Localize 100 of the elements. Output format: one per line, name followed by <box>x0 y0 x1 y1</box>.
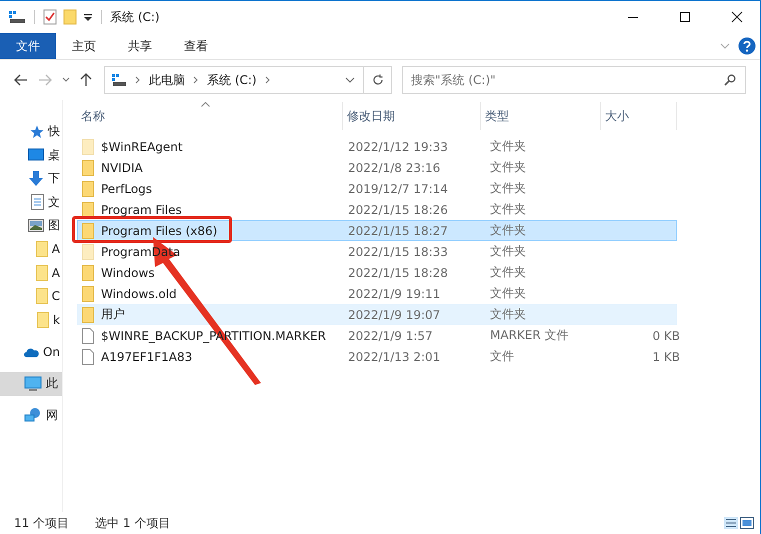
item-count: 11 个项目 <box>14 514 70 532</box>
up-icon[interactable] <box>80 73 92 87</box>
modified-date: 2022/1/15 18:27 <box>347 224 449 238</box>
file-row[interactable]: PerfLogs 2019/12/7 17:14 文件夹 <box>77 178 677 199</box>
drive-icon <box>111 73 127 87</box>
file-type: 文件夹 <box>489 243 527 260</box>
file-row[interactable]: $WinREAgent 2022/1/12 19:33 文件夹 <box>77 136 677 157</box>
file-type: 文件夹 <box>489 138 527 155</box>
folder-icon <box>37 312 50 328</box>
sidebar-item[interactable]: 网 <box>0 404 62 427</box>
modified-date: 2022/1/8 23:16 <box>347 160 442 174</box>
breadcrumb[interactable]: 此电脑 <box>149 72 185 88</box>
ribbon-tab[interactable]: 查看 <box>168 33 224 59</box>
file-type: 文件夹 <box>489 201 527 218</box>
file-name: PerfLogs <box>101 182 152 196</box>
file-type: 文件夹 <box>489 159 527 176</box>
file-row[interactable]: NVIDIA 2022/1/8 23:16 文件夹 <box>77 157 677 178</box>
sidebar-item[interactable]: A <box>0 261 62 284</box>
file-name: Windows.old <box>101 286 177 300</box>
sidebar-item[interactable]: 快 <box>0 120 62 144</box>
chevron-right-icon <box>135 76 141 84</box>
refresh-icon <box>372 74 384 86</box>
folder-icon <box>36 288 48 304</box>
modified-date: 2022/1/15 18:26 <box>347 202 449 216</box>
modified-date: 2022/1/9 19:07 <box>347 308 442 322</box>
search-field[interactable]: 搜索"系统 (C:)" <box>402 66 746 94</box>
ribbon-tab[interactable]: 共享 <box>112 33 168 59</box>
file-type: 文件夹 <box>489 285 527 302</box>
desktop-icon <box>28 148 44 162</box>
details-view-icon[interactable] <box>724 517 738 529</box>
drive-icon[interactable] <box>8 10 26 24</box>
file-type: 文件夹 <box>489 222 527 239</box>
breadcrumb[interactable]: 系统 (C:) <box>207 72 257 88</box>
file-row[interactable]: 用户 2022/1/9 19:07 文件夹 <box>77 304 677 325</box>
help-icon[interactable] <box>738 37 756 55</box>
file-name: $WinREAgent <box>101 140 183 154</box>
sidebar-item[interactable]: 文 <box>0 190 62 214</box>
sidebar-item[interactable]: 图 <box>0 214 62 238</box>
column-header[interactable]: 类型 <box>481 102 601 130</box>
window-title: 系统 (C:) <box>110 8 160 26</box>
column-header[interactable]: 大小 <box>601 102 677 130</box>
file-row[interactable]: Program Files 2022/1/15 18:26 文件夹 <box>77 199 677 220</box>
image-icon <box>28 219 44 232</box>
cloud-icon <box>24 346 39 358</box>
maximize-icon[interactable] <box>679 11 691 23</box>
chevron-right-icon <box>193 76 199 84</box>
file-size: 1 KB <box>651 350 680 364</box>
modified-date: 2022/1/15 18:28 <box>347 266 449 280</box>
network-icon <box>24 407 42 424</box>
back-icon[interactable] <box>14 74 28 86</box>
star-icon <box>30 124 44 139</box>
history-dropdown-icon[interactable] <box>345 77 355 83</box>
file-name: Program Files <box>101 202 182 216</box>
file-type: 文件 <box>489 348 515 365</box>
modified-date: 2022/1/15 18:33 <box>347 244 449 258</box>
modified-date: 2022/1/9 1:57 <box>347 328 434 342</box>
close-icon[interactable] <box>731 11 743 23</box>
file-type: 文件夹 <box>489 264 527 281</box>
computer-icon <box>24 376 42 392</box>
properties-icon[interactable] <box>43 9 57 25</box>
address-bar[interactable]: 此电脑 系统 (C:) <box>104 66 364 94</box>
modified-date: 2019/12/7 17:14 <box>347 182 449 196</box>
column-header[interactable]: 修改日期 <box>343 102 481 130</box>
folder-icon <box>36 241 48 258</box>
modified-date: 2022/1/13 2:01 <box>347 350 442 364</box>
file-size: 0 KB <box>651 328 680 342</box>
file-name: 用户 <box>101 306 125 323</box>
selection-count: 选中 1 个项目 <box>95 514 170 532</box>
column-header[interactable]: 名称 <box>77 102 343 130</box>
file-name: Windows <box>101 266 155 280</box>
sidebar-item[interactable]: C <box>0 284 62 308</box>
sidebar-item[interactable]: A <box>0 238 62 261</box>
modified-date: 2022/1/12 19:33 <box>347 140 449 154</box>
dropdown-icon[interactable] <box>83 12 93 22</box>
file-type: 文件夹 <box>489 306 527 323</box>
file-row[interactable]: Windows.old 2022/1/9 19:11 文件夹 <box>77 283 677 304</box>
sidebar-item[interactable]: 下 <box>0 167 62 190</box>
file-row[interactable]: Windows 2022/1/15 18:28 文件夹 <box>77 262 677 283</box>
refresh-button[interactable] <box>364 66 392 94</box>
search-icon[interactable] <box>724 74 736 86</box>
file-name: A197EF1F1A83 <box>101 350 192 364</box>
chevron-right-icon <box>264 76 271 84</box>
file-name: Program Files (x86) <box>101 224 218 238</box>
sidebar-item[interactable]: k <box>0 308 62 332</box>
modified-date: 2022/1/9 19:11 <box>347 286 442 300</box>
ribbon-tab[interactable]: 主页 <box>56 33 112 59</box>
sidebar-item[interactable]: 桌 <box>0 144 62 167</box>
ribbon-tab[interactable]: 文件 <box>0 33 56 59</box>
sidebar-item[interactable]: 此 <box>0 372 62 396</box>
file-type: 文件夹 <box>489 180 527 197</box>
folder-icon <box>36 264 48 281</box>
file-name: NVIDIA <box>101 160 143 174</box>
download-arrow-icon <box>28 170 44 187</box>
file-type: MARKER 文件 <box>489 327 570 344</box>
sort-ascending-icon <box>201 102 210 107</box>
sidebar-item[interactable]: On <box>0 340 62 364</box>
file-row[interactable]: A197EF1F1A83 2022/1/13 2:01 文件 1 KB <box>77 346 677 367</box>
document-icon <box>31 194 44 210</box>
large-icons-view-icon[interactable] <box>740 517 754 529</box>
recent-dropdown-icon[interactable] <box>62 77 70 83</box>
